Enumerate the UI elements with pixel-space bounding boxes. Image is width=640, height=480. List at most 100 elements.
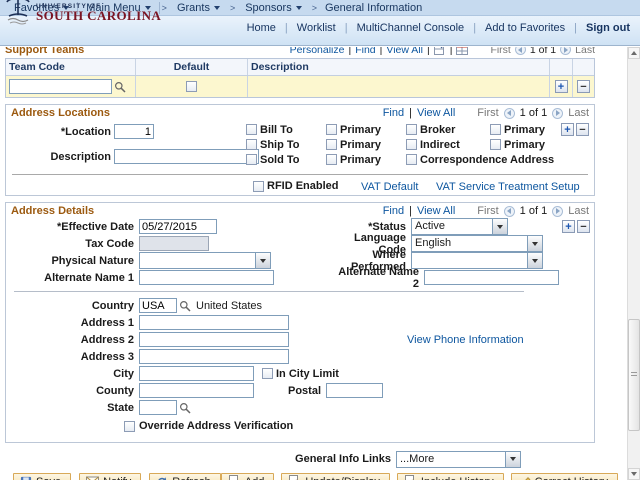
support-teams-view-all-link[interactable]: View All (386, 47, 423, 56)
physical-nature-value (140, 253, 255, 268)
address-locations-find-link[interactable]: Find (383, 107, 404, 119)
scrollbar-thumb[interactable] (628, 319, 640, 431)
include-history-button[interactable]: Include History (397, 473, 504, 480)
notify-button[interactable]: Notify (79, 473, 141, 480)
in-city-limit-checkbox[interactable] (262, 368, 273, 379)
add-button[interactable]: Add (221, 473, 275, 480)
lookup-magnifier-icon[interactable] (114, 81, 126, 93)
support-teams-find-link[interactable]: Find (355, 47, 375, 56)
bill-to-label: Bill To (260, 124, 293, 136)
ship-to-primary-checkbox[interactable] (326, 139, 337, 150)
indirect-checkbox[interactable] (406, 139, 417, 150)
status-select[interactable]: Active (411, 218, 508, 235)
bill-to-checkbox[interactable] (246, 124, 257, 135)
address-1-input[interactable] (139, 315, 289, 330)
override-address-verification-checkbox[interactable] (124, 421, 135, 432)
address-details-view-all-link[interactable]: View All (417, 205, 455, 217)
bill-to-primary-checkbox[interactable] (326, 124, 337, 135)
correspondence-address-checkbox[interactable] (406, 154, 417, 165)
support-teams-delete-row-button[interactable]: − (577, 80, 590, 93)
country-name: United States (196, 300, 262, 312)
general-info-links-select[interactable]: ...More (396, 451, 521, 468)
address-locations-delete-row-button[interactable]: − (576, 123, 589, 136)
alternate-name-1-input[interactable] (139, 270, 274, 285)
address-2-label: Address 2 (6, 334, 139, 346)
sold-to-primary-checkbox[interactable] (326, 154, 337, 165)
city-input[interactable] (139, 366, 254, 381)
broker-checkbox[interactable] (406, 124, 417, 135)
general-info-links-row: General Info Links ...More (5, 450, 595, 468)
address-2-input[interactable] (139, 332, 289, 347)
vertical-scrollbar[interactable] (627, 47, 640, 480)
next-row-button[interactable] (552, 206, 563, 217)
scroll-down-button[interactable] (628, 468, 640, 480)
dropdown-arrow-button[interactable] (255, 253, 270, 268)
effective-date-input[interactable] (139, 219, 217, 234)
primary-label: Primary (504, 139, 545, 151)
vat-service-treatment-setup-link[interactable]: VAT Service Treatment Setup (436, 181, 580, 193)
arrow-left-icon (507, 110, 511, 116)
breadcrumb-grants[interactable]: Grants (169, 0, 228, 15)
physical-nature-select[interactable] (139, 252, 271, 269)
next-row-button[interactable] (560, 47, 571, 55)
address-details-delete-row-button[interactable]: − (577, 220, 590, 233)
add-to-favorites-link[interactable]: Add to Favorites (485, 22, 565, 34)
primary-label: Primary (340, 154, 381, 166)
dropdown-arrow-button[interactable] (527, 253, 542, 268)
download-to-excel-icon[interactable] (456, 47, 468, 55)
postal-input[interactable] (326, 383, 383, 398)
previous-row-button[interactable] (504, 206, 515, 217)
team-code-input[interactable] (9, 79, 112, 94)
county-input[interactable] (139, 383, 254, 398)
location-description-input[interactable] (114, 149, 259, 164)
correct-history-button[interactable]: Correct History (511, 473, 618, 480)
dropdown-arrow-button[interactable] (527, 236, 542, 251)
where-performed-select[interactable] (411, 252, 543, 269)
address-details-find-link[interactable]: Find (383, 205, 404, 217)
location-input[interactable] (114, 124, 154, 139)
worklist-link[interactable]: Worklist (297, 22, 336, 34)
previous-row-button[interactable] (515, 47, 526, 55)
column-header-default: Default (136, 59, 248, 75)
breadcrumb-sponsors[interactable]: Sponsors (237, 0, 309, 15)
address-3-input[interactable] (139, 349, 289, 364)
alternate-name-2-input[interactable] (424, 270, 559, 285)
zoom-grid-icon[interactable] (434, 47, 446, 55)
previous-row-button[interactable] (504, 108, 515, 119)
default-checkbox[interactable] (186, 81, 197, 92)
address-locations-nav: Find | View All First 1 of 1 Last (383, 107, 589, 119)
language-code-select[interactable]: English (411, 235, 543, 252)
personalize-link[interactable]: Personalize (290, 47, 345, 56)
dropdown-arrow-button[interactable] (492, 219, 507, 234)
address-locations-title: Address Locations (11, 107, 110, 119)
broker-primary-checkbox[interactable] (490, 124, 501, 135)
rfid-enabled-checkbox[interactable] (253, 181, 264, 192)
indirect-label: Indirect (420, 139, 460, 151)
separator: | (409, 205, 412, 217)
next-row-button[interactable] (552, 108, 563, 119)
vat-default-link[interactable]: VAT Default (361, 181, 418, 193)
refresh-button[interactable]: Refresh (149, 473, 221, 480)
update-display-button[interactable]: Update/Display (281, 473, 390, 480)
dropdown-arrow-button[interactable] (505, 452, 520, 467)
address-locations-view-all-link[interactable]: View All (417, 107, 455, 119)
home-link[interactable]: Home (247, 22, 276, 34)
ship-to-checkbox[interactable] (246, 139, 257, 150)
county-label: County (6, 385, 139, 397)
sign-out-link[interactable]: Sign out (586, 22, 630, 34)
country-input[interactable] (139, 298, 177, 313)
sold-to-checkbox[interactable] (246, 154, 257, 165)
country-lookup-magnifier-icon[interactable] (179, 300, 191, 312)
refresh-label: Refresh (172, 476, 211, 480)
multichannel-console-link[interactable]: MultiChannel Console (357, 22, 465, 34)
postal-label: Postal (254, 385, 326, 397)
view-phone-information-link[interactable]: View Phone Information (407, 334, 524, 346)
scroll-up-button[interactable] (628, 47, 640, 59)
state-lookup-magnifier-icon[interactable] (179, 402, 191, 414)
address-locations-add-row-button[interactable]: + (561, 123, 574, 136)
address-details-add-row-button[interactable]: + (562, 220, 575, 233)
indirect-primary-checkbox[interactable] (490, 139, 501, 150)
support-teams-add-row-button[interactable]: + (555, 80, 568, 93)
save-button[interactable]: Save (13, 473, 71, 480)
state-input[interactable] (139, 400, 177, 415)
